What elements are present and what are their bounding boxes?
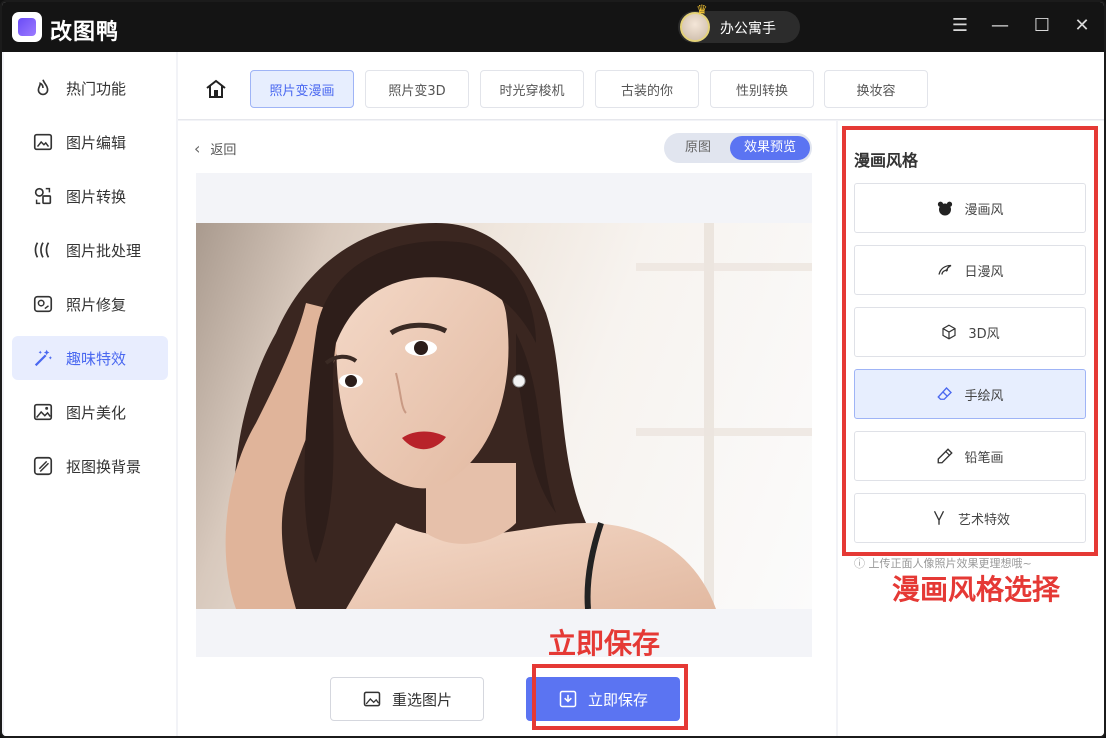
user-account[interactable]: ♛ 办公寓手: [678, 3, 800, 43]
back-label: 返回: [210, 143, 237, 158]
image-icon: [363, 691, 381, 707]
sidebar-item-label: 图片美化: [66, 403, 127, 422]
magic-wand-icon: [34, 349, 52, 367]
sidebar: 热门功能 图片编辑 图片转换 图片批处理 照片修复 趣味特效 图片美化 抠图换背…: [4, 52, 176, 736]
chevron-left-icon: ‹: [194, 139, 201, 158]
tab-gender-swap[interactable]: 性别转换: [710, 70, 814, 108]
app-window: 改图鸭 ♛ 办公寓手 ☰ — ☐ ✕ 热门功能 图片编辑 图片转换 图片批处理: [0, 0, 1106, 738]
image-canvas: [196, 173, 812, 657]
view-toggle: 原图 效果预览: [664, 133, 812, 163]
menu-icon[interactable]: ☰: [948, 14, 972, 38]
sidebar-item-label: 照片修复: [66, 295, 127, 314]
maximize-button[interactable]: ☐: [1030, 14, 1054, 38]
sidebar-item-label: 热门功能: [66, 79, 127, 98]
tab-makeup[interactable]: 换妆容: [824, 70, 928, 108]
sidebar-item-label: 图片批处理: [66, 241, 142, 260]
annotation-box-style: [842, 126, 1098, 556]
annotation-style-select: 漫画风格选择: [892, 573, 1061, 606]
toggle-original[interactable]: 原图: [674, 136, 722, 160]
sidebar-item-image-edit[interactable]: 图片编辑: [12, 120, 168, 164]
annotation-box-save: [532, 664, 688, 730]
repair-icon: [33, 295, 53, 313]
image-edit-icon: [33, 133, 53, 151]
user-name: 办公寓手: [720, 21, 776, 37]
sidebar-item-batch[interactable]: 图片批处理: [12, 228, 168, 272]
home-icon[interactable]: [204, 77, 228, 101]
flame-icon: [37, 79, 49, 96]
close-button[interactable]: ✕: [1070, 14, 1094, 38]
sidebar-item-cutout[interactable]: 抠图换背景: [12, 444, 168, 488]
crown-icon: ♛: [696, 3, 708, 18]
convert-icon: [34, 187, 52, 205]
minimize-button[interactable]: —: [988, 14, 1012, 38]
feature-tab-bar: 照片变漫画 照片变3D 时光穿梭机 古装的你 性别转换 换妆容: [178, 52, 1104, 120]
sidebar-item-convert[interactable]: 图片转换: [12, 174, 168, 218]
sidebar-item-label: 图片转换: [66, 187, 127, 206]
tab-ancient-costume[interactable]: 古装的你: [595, 70, 699, 108]
sidebar-item-label: 抠图换背景: [66, 457, 142, 476]
result-image: [196, 223, 812, 609]
portrait-illustration: [225, 223, 812, 609]
sidebar-item-beautify[interactable]: 图片美化: [12, 390, 168, 434]
app-logo-icon: [12, 12, 42, 42]
back-button[interactable]: ‹ 返回: [194, 139, 236, 158]
sidebar-item-fun-effects[interactable]: 趣味特效: [12, 336, 168, 380]
beautify-icon: [33, 403, 53, 421]
tab-photo-to-3d[interactable]: 照片变3D: [365, 70, 469, 108]
reselect-label: 重选图片: [391, 690, 452, 709]
preview-area: ‹ 返回 原图 效果预览 重选图片 立即保存: [178, 121, 836, 736]
reselect-image-button[interactable]: 重选图片: [330, 677, 484, 721]
toggle-preview[interactable]: 效果预览: [730, 136, 810, 160]
title-bar: 改图鸭 ♛ 办公寓手 ☰ — ☐ ✕: [2, 2, 1104, 52]
batch-icon: [34, 242, 50, 258]
sidebar-item-hot[interactable]: 热门功能: [12, 66, 168, 110]
tab-time-machine[interactable]: 时光穿梭机: [480, 70, 584, 108]
sidebar-item-label: 趣味特效: [66, 349, 127, 368]
sidebar-item-label: 图片编辑: [66, 133, 127, 152]
sidebar-item-repair[interactable]: 照片修复: [12, 282, 168, 326]
cutout-icon: [33, 456, 53, 476]
annotation-save: 立即保存: [548, 627, 661, 660]
tab-photo-to-comic[interactable]: 照片变漫画: [250, 70, 354, 108]
app-title: 改图鸭: [50, 20, 120, 45]
